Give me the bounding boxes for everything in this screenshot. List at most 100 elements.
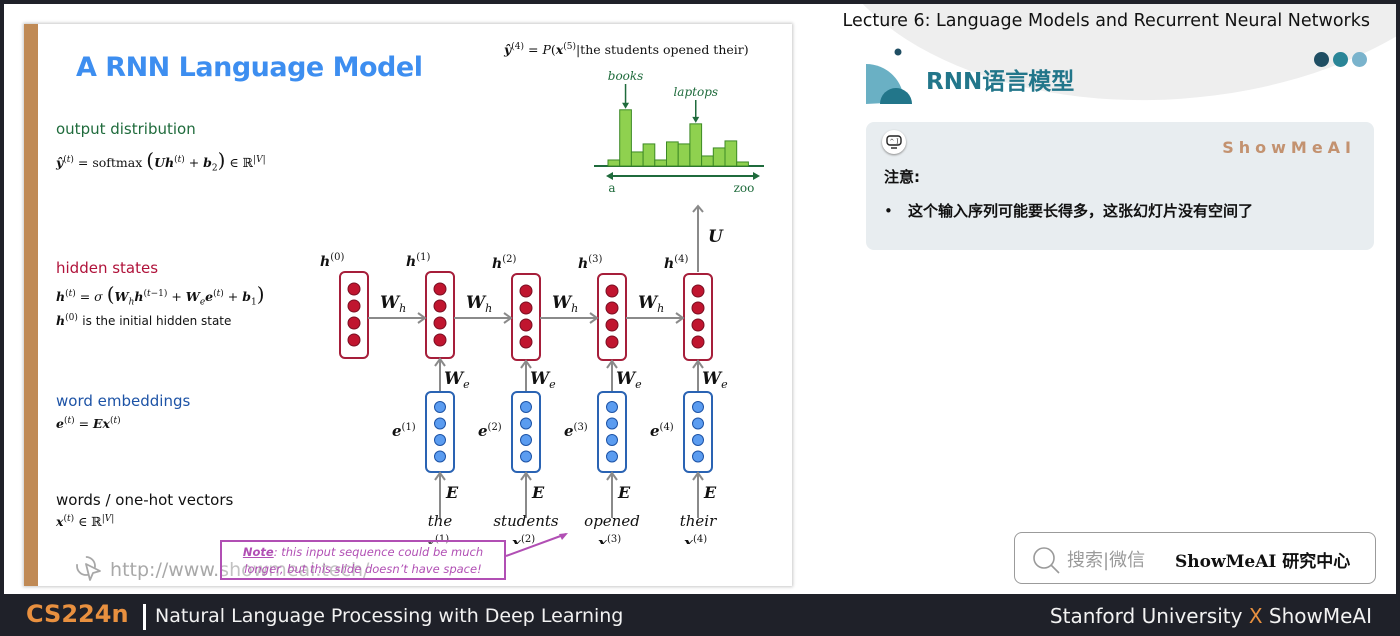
input-vector-label: x(4) bbox=[683, 534, 707, 544]
card-list-item: • 这个输入序列可能要长得多，这张幻灯片没有空间了 bbox=[884, 202, 1254, 220]
neuron-icon bbox=[519, 335, 533, 349]
embed-weight-label: We bbox=[444, 369, 470, 391]
chart-bar bbox=[630, 151, 644, 167]
neuron-icon bbox=[433, 333, 447, 347]
chart-bar bbox=[607, 159, 621, 167]
neuron-icon bbox=[433, 282, 447, 296]
hidden-states-label: hidden states bbox=[56, 259, 159, 277]
note-pointer-arrow bbox=[505, 533, 568, 557]
dot-icon bbox=[1352, 52, 1367, 67]
neuron-icon bbox=[434, 401, 446, 413]
neuron-icon bbox=[692, 450, 704, 463]
neuron-icon bbox=[347, 316, 361, 330]
slide-title: A RNN Language Model bbox=[76, 52, 423, 83]
neuron-icon bbox=[434, 450, 446, 463]
neuron-icon bbox=[692, 434, 704, 446]
note-box: Note: this input sequence could be much … bbox=[220, 540, 506, 580]
dot-icon bbox=[1333, 52, 1348, 67]
footer-credits: Stanford University X ShowMeAI bbox=[1049, 604, 1372, 628]
neuron-icon bbox=[519, 284, 533, 298]
embedding-matrix-label: E bbox=[531, 483, 545, 502]
annotation-arrowhead bbox=[692, 116, 700, 123]
neuron-icon bbox=[347, 282, 361, 296]
recurrent-weight-label: Wh bbox=[380, 293, 406, 315]
input-word: opened bbox=[584, 512, 640, 530]
neuron-icon bbox=[433, 316, 447, 330]
brand-label: ShowMeAI bbox=[1222, 138, 1356, 157]
neuron-icon bbox=[434, 417, 446, 430]
hidden-state-label: h(0) bbox=[320, 252, 344, 270]
search-icon bbox=[1033, 547, 1060, 574]
cursor-icon bbox=[74, 554, 104, 587]
range-arrowhead-right bbox=[753, 172, 760, 180]
neuron-icon bbox=[605, 318, 619, 332]
neuron-icon bbox=[606, 417, 618, 430]
input-word: the bbox=[428, 512, 453, 530]
search-value: ShowMeAI 研究中心 bbox=[1175, 552, 1351, 572]
neuron-icon bbox=[606, 450, 618, 463]
chart-annotation-label: laptops bbox=[673, 85, 718, 99]
decorative-dots bbox=[1310, 52, 1367, 72]
output-equation: ŷ(t) = softmax (Uh(t) + b2) ∈ ℝ|V| bbox=[56, 148, 266, 174]
neuron-icon bbox=[347, 299, 361, 313]
neuron-icon bbox=[520, 450, 532, 463]
neuron-icon bbox=[606, 401, 618, 413]
footer-divider bbox=[143, 604, 146, 630]
neuron-icon bbox=[692, 401, 704, 413]
hidden-state-label: h(2) bbox=[492, 254, 516, 272]
lecture-title: Lecture 6: Language Models and Recurrent… bbox=[842, 11, 1370, 31]
embedding-matrix-label: E bbox=[617, 483, 631, 502]
neuron-icon bbox=[691, 301, 705, 315]
embed-weight-label: We bbox=[530, 369, 556, 391]
recurrent-weight-label: Wh bbox=[638, 293, 664, 315]
neuron-icon bbox=[606, 434, 618, 446]
neuron-icon bbox=[605, 335, 619, 349]
embedding-label: e(2) bbox=[478, 422, 502, 440]
embedding-equation: e(t) = Ex(t) bbox=[56, 416, 121, 432]
neuron-icon bbox=[519, 318, 533, 332]
chart-bar bbox=[642, 143, 656, 167]
course-name: Natural Language Processing with Deep Le… bbox=[155, 605, 624, 627]
embedding-matrix-label: E bbox=[703, 483, 717, 502]
neuron-icon bbox=[520, 401, 532, 413]
card-heading: 注意: bbox=[884, 168, 920, 186]
chart-annotation-label: books bbox=[608, 69, 644, 83]
neuron-icon bbox=[691, 284, 705, 298]
rnn-diagram: h(0) h(1) h(2) h(3) h(4) Wh Wh Wh Wh We e(1) Ethe x(… bbox=[320, 204, 728, 544]
chart-bar bbox=[724, 140, 738, 167]
neuron-icon bbox=[691, 335, 705, 349]
course-code: CS224n bbox=[26, 600, 129, 628]
chart-bar bbox=[736, 161, 749, 167]
chart-bar bbox=[712, 147, 726, 167]
top-equation: ŷ(4) = P(x(5)|the students opened their) bbox=[504, 42, 749, 58]
footer: CS224n Natural Language Processing with … bbox=[0, 598, 1400, 636]
neuron-icon bbox=[347, 333, 361, 347]
hidden-state-label: h(1) bbox=[406, 252, 430, 270]
hidden-state-label: h(3) bbox=[578, 254, 602, 272]
embedding-label: e(3) bbox=[564, 422, 588, 440]
recurrent-weight-label: Wh bbox=[552, 293, 578, 315]
section-title: RNN语言模型 bbox=[926, 69, 1075, 95]
dot-icon bbox=[1314, 52, 1329, 67]
neuron-icon bbox=[692, 417, 704, 430]
embedding-label: e(1) bbox=[392, 422, 416, 440]
search-box[interactable]: 搜索|微信 ShowMeAI 研究中心 bbox=[1014, 532, 1376, 584]
slide-accent-bar bbox=[24, 24, 38, 586]
input-vector-label: x(3) bbox=[597, 534, 621, 544]
neuron-icon bbox=[433, 299, 447, 313]
output-matrix-label: U bbox=[708, 227, 724, 247]
recurrent-weight-label: Wh bbox=[466, 293, 492, 315]
neuron-icon bbox=[520, 434, 532, 446]
word-embeddings-label: word embeddings bbox=[56, 392, 191, 410]
neuron-icon bbox=[520, 417, 532, 430]
hidden-state-label: h(4) bbox=[664, 254, 688, 272]
annotation-arrowhead bbox=[622, 102, 630, 109]
embed-weight-label: We bbox=[702, 369, 728, 391]
search-placeholder: 搜索|微信 bbox=[1067, 550, 1146, 571]
ai-robot-icon: ^ I bbox=[882, 130, 906, 154]
neuron-icon bbox=[605, 301, 619, 315]
input-word: their bbox=[680, 512, 717, 530]
hidden-equation: h(t) = σ (Whh(t−1) + Wee(t) + b1) bbox=[56, 282, 265, 308]
chart-bar bbox=[619, 109, 632, 167]
neuron-icon bbox=[605, 284, 619, 298]
